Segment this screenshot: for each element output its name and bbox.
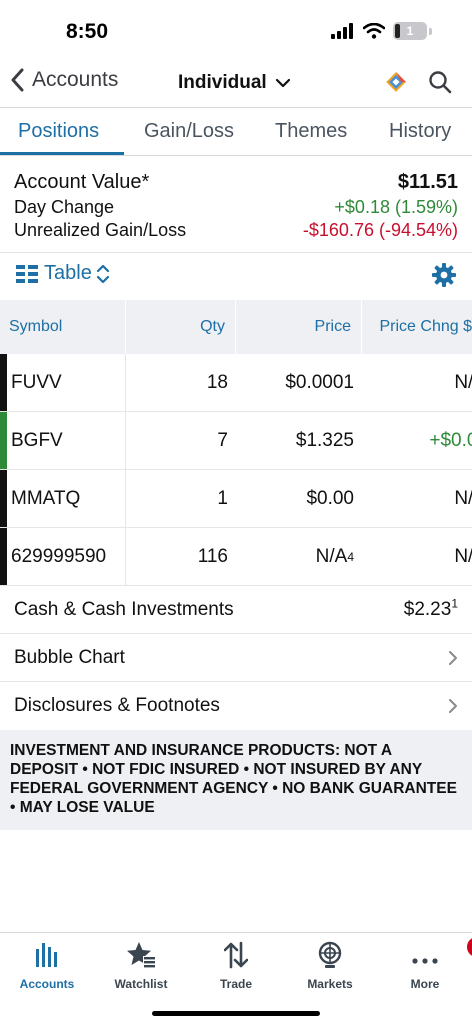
nav-bar: Accounts Individual	[0, 62, 472, 108]
price-chng-cell: N/A	[454, 371, 472, 393]
col-price[interactable]: Price	[236, 300, 362, 354]
back-button[interactable]: Accounts	[10, 68, 118, 92]
row-indicator-bar	[0, 354, 7, 411]
nav-accounts[interactable]: Accounts	[0, 939, 94, 991]
account-selector[interactable]: Individual	[178, 72, 291, 94]
unrealized-value: -$160.76 (-94.54%)	[302, 220, 458, 240]
symbol-cell: MMATQ	[0, 470, 126, 527]
battery-level: 1	[406, 24, 414, 38]
positions-table-header: Symbol Qty Price Price Chng $	[0, 300, 472, 354]
symbol-cell: FUVV	[0, 354, 126, 411]
price-cell: N/A 4	[315, 545, 354, 567]
chevron-right-icon	[449, 699, 457, 713]
nav-more-label: More	[410, 977, 440, 991]
signal-icon	[331, 23, 353, 39]
globe-icon	[318, 941, 342, 968]
sort-updown-icon	[96, 264, 109, 283]
tab-history[interactable]: History	[389, 120, 451, 143]
row-indicator-bar	[0, 470, 7, 527]
qty-cell: 18	[206, 371, 228, 393]
cash-label: Cash & Cash Investments	[14, 598, 234, 620]
col-price-chng[interactable]: Price Chng $	[362, 300, 472, 354]
cash-value: $2.231	[403, 596, 458, 620]
tab-themes[interactable]: Themes	[275, 120, 347, 143]
tab-bar: Positions Gain/Loss Themes History	[0, 108, 472, 156]
battery-icon: 1	[393, 22, 427, 40]
symbol-cell: BGFV	[0, 412, 126, 469]
tab-gain-loss[interactable]: Gain/Loss	[144, 120, 234, 143]
unrealized-label: Unrealized Gain/Loss	[14, 220, 187, 240]
tab-positions[interactable]: Positions	[18, 120, 99, 143]
disclosures-link[interactable]: Disclosures & Footnotes	[0, 682, 472, 730]
price-chng-cell: N/A	[454, 545, 472, 567]
price-cell: $1.325	[295, 429, 354, 451]
col-symbol[interactable]: Symbol	[0, 300, 126, 354]
nav-markets[interactable]: Markets	[283, 939, 377, 991]
table-row[interactable]: MMATQ 1 $0.00 N/A	[0, 470, 472, 528]
qty-cell: 1	[217, 487, 228, 509]
nav-watchlist-label: Watchlist	[114, 977, 168, 991]
price-chng-cell: N/A	[454, 487, 472, 509]
app-logo-icon[interactable]	[384, 70, 408, 94]
price-chng-cell: +$0.02	[429, 429, 472, 451]
bar-chart-icon	[36, 943, 57, 967]
status-icons: 1	[331, 22, 432, 40]
nav-trade[interactable]: Trade	[189, 939, 283, 991]
qty-cell: 7	[217, 429, 228, 451]
search-icon[interactable]	[428, 70, 452, 94]
nav-accounts-label: Accounts	[19, 977, 75, 991]
nav-more[interactable]: More	[378, 937, 472, 991]
chevron-right-icon	[449, 650, 457, 665]
nav-watchlist[interactable]: Watchlist	[94, 939, 188, 991]
positions-table: FUVV 18 $0.0001 N/A BGFV 7 $1.325 +$0.02…	[0, 354, 472, 586]
view-toggle[interactable]: Table	[16, 262, 116, 285]
gear-icon[interactable]	[432, 263, 456, 287]
row-indicator-bar	[0, 412, 7, 469]
cash-row: Cash & Cash Investments $2.231	[0, 586, 472, 634]
wifi-icon	[363, 23, 385, 39]
chevron-down-icon	[275, 78, 290, 88]
bubble-chart-link[interactable]: Bubble Chart	[0, 634, 472, 682]
chevron-left-icon	[11, 68, 24, 92]
account-value-label: Account Value*	[14, 170, 150, 193]
active-tab-indicator	[0, 152, 124, 155]
price-cell: $0.0001	[285, 371, 354, 393]
table-row[interactable]: BGFV 7 $1.325 +$0.02	[0, 412, 472, 470]
nav-trade-label: Trade	[219, 977, 252, 991]
disclosures-label: Disclosures & Footnotes	[14, 695, 220, 716]
account-name: Individual	[178, 72, 267, 93]
table-row[interactable]: FUVV 18 $0.0001 N/A	[0, 354, 472, 412]
arrows-updown-icon	[224, 941, 248, 969]
price-cell: $0.00	[306, 487, 354, 509]
star-list-icon	[127, 942, 155, 968]
status-time: 8:50	[66, 20, 109, 43]
disclaimer-text: INVESTMENT AND INSURANCE PRODUCTS: NOT A…	[0, 730, 472, 830]
col-qty[interactable]: Qty	[126, 300, 236, 354]
day-change-value: +$0.18 (1.59%)	[334, 197, 458, 217]
qty-cell: 116	[197, 545, 228, 567]
row-indicator-bar	[0, 528, 7, 585]
divider	[0, 252, 472, 253]
symbol-cell: 629999590	[0, 528, 126, 585]
more-dots-icon	[412, 958, 438, 964]
account-value: $11.51	[397, 170, 458, 193]
home-indicator	[152, 1011, 320, 1016]
notification-badge	[467, 937, 472, 957]
back-label: Accounts	[32, 68, 119, 91]
view-toggle-label: Table	[44, 262, 92, 284]
nav-markets-label: Markets	[307, 977, 353, 991]
day-change-label: Day Change	[14, 197, 115, 217]
table-grid-icon	[16, 264, 38, 283]
account-summary: Account Value* $11.51 Day Change +$0.18 …	[14, 168, 458, 242]
bubble-chart-label: Bubble Chart	[14, 646, 125, 668]
table-row[interactable]: 629999590 116 N/A4 N/A	[0, 528, 472, 586]
status-bar: 8:50 1	[0, 0, 472, 62]
